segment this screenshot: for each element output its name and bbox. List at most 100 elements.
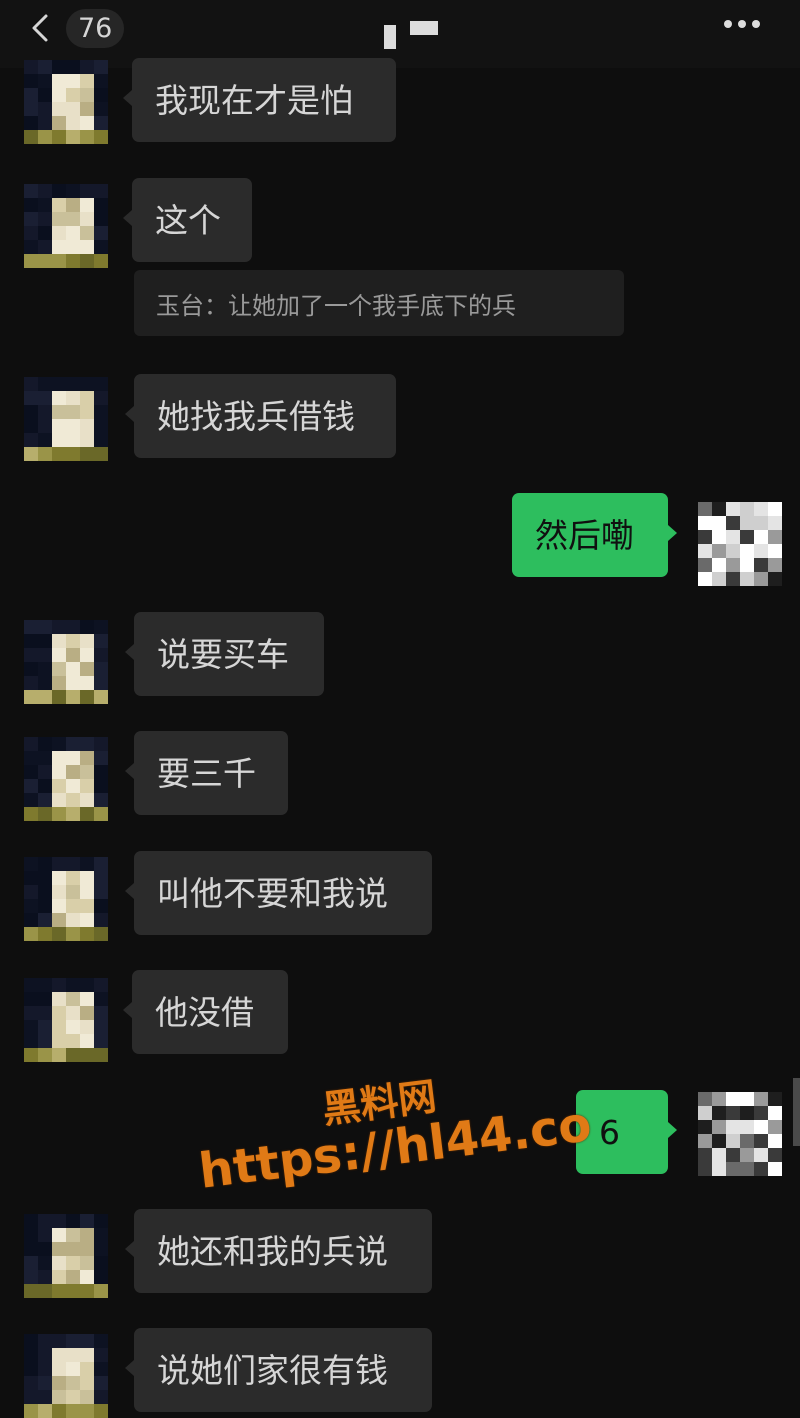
avatar-pixel — [66, 1390, 80, 1404]
avatar-pixel — [38, 1284, 52, 1298]
avatar-pixel — [66, 377, 80, 391]
avatar-pixel — [24, 1390, 38, 1404]
avatar-pixel — [66, 793, 80, 807]
avatar-pixel — [38, 765, 52, 779]
message-bubble-incoming[interactable]: 我现在才是怕 — [123, 58, 396, 142]
avatar-pixel — [66, 88, 80, 102]
contact-avatar[interactable] — [24, 620, 108, 704]
avatar-pixel — [80, 377, 94, 391]
avatar-pixel — [726, 516, 740, 530]
unread-count-badge: 76 — [66, 8, 125, 48]
avatar-pixel — [38, 1006, 52, 1020]
contact-avatar[interactable] — [24, 737, 108, 821]
avatar-pixel — [24, 978, 38, 992]
contact-avatar[interactable] — [24, 377, 108, 461]
avatar-pixel — [66, 765, 80, 779]
avatar-pixel — [94, 1242, 108, 1256]
avatar-pixel — [80, 1270, 94, 1284]
avatar-pixel — [768, 1092, 782, 1106]
avatar-pixel — [94, 992, 108, 1006]
avatar-pixel — [38, 737, 52, 751]
avatar-pixel — [38, 405, 52, 419]
back-button[interactable]: 76 — [22, 6, 126, 50]
avatar-pixel — [698, 1120, 712, 1134]
avatar-pixel — [754, 516, 768, 530]
avatar-pixel — [66, 1362, 80, 1376]
avatar-pixel — [52, 1048, 66, 1062]
avatar-pixel — [52, 634, 66, 648]
message-bubble-incoming[interactable]: 她还和我的兵说 — [125, 1209, 432, 1293]
avatar-pixel — [94, 765, 108, 779]
message-bubble-incoming[interactable]: 叫他不要和我说 — [125, 851, 432, 935]
avatar-pixel — [80, 620, 94, 634]
avatar-pixel — [38, 927, 52, 941]
message-bubble-incoming[interactable]: 这个 — [123, 178, 252, 262]
avatar-pixel — [52, 1228, 66, 1242]
message-bubble-incoming[interactable]: 她找我兵借钱 — [125, 374, 396, 458]
avatar-pixel — [94, 1334, 108, 1348]
contact-avatar[interactable] — [24, 1334, 108, 1418]
avatar-pixel — [94, 751, 108, 765]
avatar-pixel — [52, 1348, 66, 1362]
avatar-pixel — [726, 572, 740, 586]
avatar-pixel — [38, 88, 52, 102]
avatar-pixel — [94, 620, 108, 634]
avatar-pixel — [80, 1334, 94, 1348]
avatar-pixel — [80, 419, 94, 433]
avatar-pixel — [52, 857, 66, 871]
avatar-pixel — [80, 212, 94, 226]
avatar-pixel — [80, 1020, 94, 1034]
contact-avatar[interactable] — [24, 60, 108, 144]
message-bubble-outgoing[interactable]: 然后嘞 — [512, 493, 677, 577]
contact-avatar[interactable] — [24, 978, 108, 1062]
avatar-pixel — [24, 1228, 38, 1242]
avatar-pixel — [52, 1376, 66, 1390]
avatar-pixel — [712, 516, 726, 530]
avatar-pixel — [754, 1092, 768, 1106]
contact-avatar[interactable] — [24, 184, 108, 268]
avatar-pixel — [80, 1390, 94, 1404]
avatar-pixel — [80, 1376, 94, 1390]
avatar-pixel — [740, 1134, 754, 1148]
avatar-pixel — [66, 1034, 80, 1048]
contact-avatar[interactable] — [24, 1214, 108, 1298]
avatar-pixel — [94, 1006, 108, 1020]
avatar-pixel — [80, 1228, 94, 1242]
self-avatar[interactable] — [698, 1092, 782, 1176]
avatar-pixel — [66, 899, 80, 913]
avatar-pixel — [52, 433, 66, 447]
avatar-pixel — [66, 1228, 80, 1242]
avatar-pixel — [24, 899, 38, 913]
avatar-pixel — [24, 992, 38, 1006]
avatar-pixel — [66, 885, 80, 899]
more-dots-icon[interactable] — [724, 20, 760, 28]
avatar-pixel — [80, 662, 94, 676]
avatar-pixel — [66, 254, 80, 268]
avatar-pixel — [94, 102, 108, 116]
contact-avatar[interactable] — [24, 857, 108, 941]
quoted-reply[interactable]: 玉台：让她加了一个我手底下的兵 — [134, 270, 624, 336]
avatar-pixel — [698, 502, 712, 516]
avatar-pixel — [38, 857, 52, 871]
avatar-pixel — [66, 1256, 80, 1270]
avatar-pixel — [80, 130, 94, 144]
avatar-pixel — [52, 751, 66, 765]
avatar-pixel — [38, 198, 52, 212]
avatar-pixel — [712, 1162, 726, 1176]
avatar-pixel — [80, 433, 94, 447]
self-avatar[interactable] — [698, 502, 782, 586]
avatar-pixel — [24, 690, 38, 704]
avatar-pixel — [94, 978, 108, 992]
message-bubble-incoming[interactable]: 他没借 — [123, 970, 288, 1054]
avatar-pixel — [726, 1148, 740, 1162]
avatar-pixel — [38, 1048, 52, 1062]
avatar-pixel — [80, 634, 94, 648]
avatar-pixel — [38, 690, 52, 704]
message-bubble-incoming[interactable]: 说她们家很有钱 — [125, 1328, 432, 1412]
avatar-pixel — [66, 184, 80, 198]
avatar-pixel — [38, 676, 52, 690]
avatar-pixel — [52, 871, 66, 885]
avatar-pixel — [24, 1270, 38, 1284]
message-bubble-incoming[interactable]: 要三千 — [125, 731, 288, 815]
message-bubble-incoming[interactable]: 说要买车 — [125, 612, 324, 696]
